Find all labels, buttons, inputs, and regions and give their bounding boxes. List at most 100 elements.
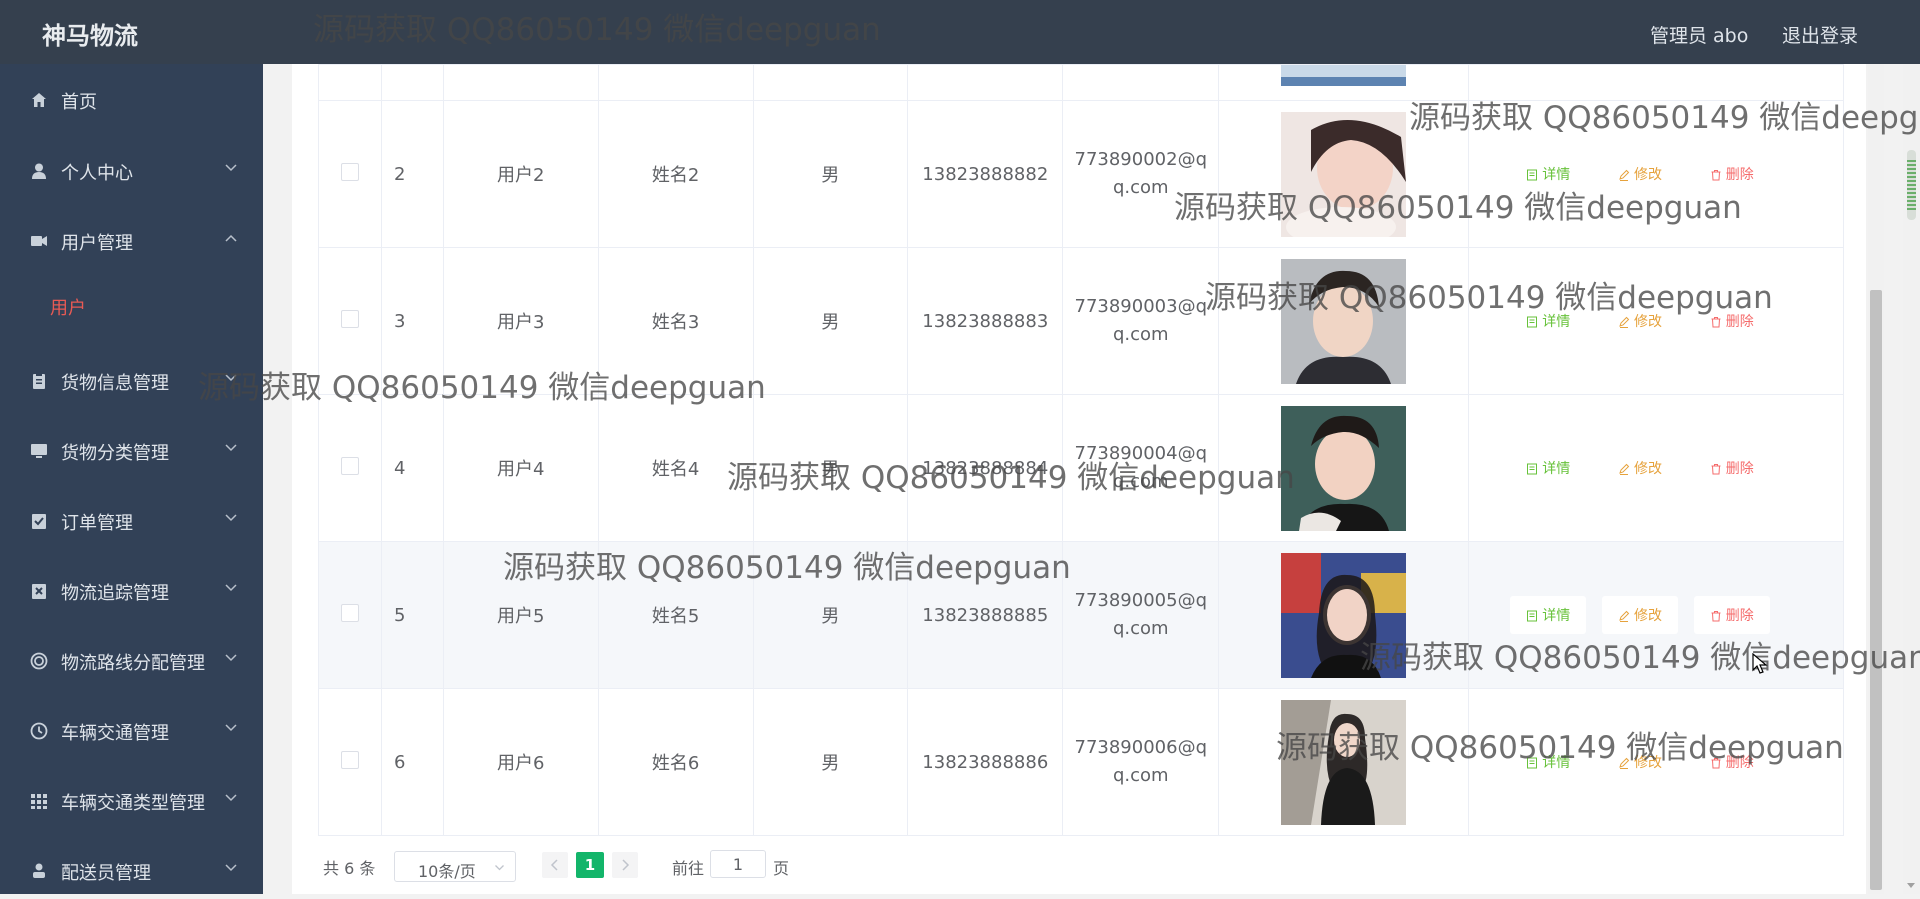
avatar-photo xyxy=(1281,65,1407,86)
chevron-down-icon xyxy=(225,164,237,172)
cell-email: 773890002@q q.com xyxy=(1062,100,1220,248)
sidebar-subitem-user[interactable]: 用户 xyxy=(50,294,86,320)
avatar-photo xyxy=(1281,258,1407,384)
next-page-button[interactable] xyxy=(612,852,638,878)
sidebar-item-label: 车辆交通管理 xyxy=(61,723,169,744)
document-icon xyxy=(1527,169,1538,181)
sidebar-item-route-allocation[interactable]: 物流路线分配管理 xyxy=(0,633,263,689)
chevron-down-icon xyxy=(225,654,237,662)
table-cell xyxy=(318,100,382,248)
edit-button[interactable]: 修改 xyxy=(1602,302,1678,340)
chevron-down-icon xyxy=(225,724,237,732)
row-index: 3 xyxy=(380,247,444,395)
sidebar-item-goods-info[interactable]: 货物信息管理 xyxy=(0,353,263,409)
cell-gender: 男 xyxy=(752,394,909,542)
cell-phone: 13823888883 xyxy=(907,247,1064,395)
page-size-select[interactable]: 10条/页 xyxy=(394,851,516,882)
delete-button[interactable]: 删除 xyxy=(1694,449,1770,487)
detail-button[interactable]: 详情 xyxy=(1510,449,1586,487)
trash-icon xyxy=(1711,170,1721,181)
sidebar-item-vehicle-type[interactable]: 车辆交通类型管理 xyxy=(0,773,263,829)
row-checkbox[interactable] xyxy=(340,456,359,475)
row-checkbox[interactable] xyxy=(340,309,359,328)
sidebar-item-personal-center[interactable]: 个人中心 xyxy=(0,143,263,199)
page-number-current[interactable]: 1 xyxy=(576,852,604,878)
document-icon xyxy=(1527,316,1538,328)
cell-gender: 男 xyxy=(752,247,909,395)
chevron-up-icon xyxy=(225,234,237,242)
edit-label: 修改 xyxy=(1634,314,1663,330)
detail-button[interactable]: 详情 xyxy=(1510,596,1587,634)
sidebar-item-goods-category[interactable]: 货物分类管理 xyxy=(0,423,263,479)
cell-email: 773890004@q q.com xyxy=(1062,394,1220,542)
logout-link[interactable]: 退出登录 xyxy=(1782,21,1858,48)
table-cell xyxy=(1218,100,1470,248)
goto-page-input[interactable] xyxy=(710,850,766,878)
clipboard-icon xyxy=(33,373,45,389)
edit-button[interactable]: 修改 xyxy=(1602,449,1678,487)
document-icon xyxy=(1527,757,1538,769)
email-line: q.com xyxy=(1112,765,1169,786)
sidebar-item-home[interactable]: 首页 xyxy=(0,72,263,128)
delete-button[interactable]: 删除 xyxy=(1694,743,1770,781)
person-icon xyxy=(33,863,45,878)
table-cell xyxy=(318,64,382,101)
table-cell xyxy=(318,688,382,836)
delete-button[interactable]: 删除 xyxy=(1694,302,1770,340)
user-icon xyxy=(32,163,46,179)
row-index: 2 xyxy=(380,100,444,248)
table-row: 3 用户3 姓名3 男 13823888883 773890003@q q.com… xyxy=(318,247,1844,395)
sidebar-item-courier[interactable]: 配送员管理 xyxy=(0,843,263,899)
row-checkbox[interactable] xyxy=(340,162,359,181)
table-row: 2 用户2 姓名2 男 13823888882 773890002@q q.com… xyxy=(318,100,1844,248)
prev-page-button[interactable] xyxy=(542,852,568,878)
sidebar-item-label: 用户管理 xyxy=(61,233,133,254)
monitor-icon xyxy=(31,444,47,458)
chevron-right-icon xyxy=(622,859,630,871)
table-cell xyxy=(318,247,382,395)
cell-account: 用户4 xyxy=(442,394,599,542)
sidebar-item-vehicle-traffic[interactable]: 车辆交通管理 xyxy=(0,703,263,759)
chevron-down-icon xyxy=(225,794,237,802)
row-index: 6 xyxy=(380,688,444,836)
row-actions: 详情 修改 删除 xyxy=(1468,247,1844,395)
chevron-down-icon xyxy=(225,584,237,592)
chevron-down-icon xyxy=(495,865,504,871)
detail-label: 详情 xyxy=(1542,755,1571,771)
email-line: q.com xyxy=(1112,324,1169,345)
cell-name: 姓名6 xyxy=(597,688,754,836)
email-line: q.com xyxy=(1112,618,1169,639)
edit-button[interactable]: 修改 xyxy=(1602,743,1678,781)
sidebar-item-logistics-tracking[interactable]: 物流追踪管理 xyxy=(0,563,263,619)
cell-name: 姓名5 xyxy=(597,541,754,689)
table-cell xyxy=(907,64,1064,101)
table-scrollbar-thumb[interactable] xyxy=(1870,290,1882,890)
detail-button[interactable]: 详情 xyxy=(1510,155,1586,193)
edit-icon xyxy=(1619,463,1630,475)
email-line: 773890005@q xyxy=(1074,590,1208,611)
scroll-down-arrow-icon[interactable] xyxy=(1906,882,1916,890)
detail-button[interactable]: 详情 xyxy=(1510,302,1586,340)
mouse-cursor-icon xyxy=(1752,653,1768,674)
delete-label: 删除 xyxy=(1725,461,1754,477)
cell-phone: 13823888884 xyxy=(907,394,1064,542)
row-actions: 详情 修改 删除 xyxy=(1468,394,1844,542)
detail-label: 详情 xyxy=(1542,461,1571,477)
table-cell xyxy=(1218,64,1470,101)
detail-button[interactable]: 详情 xyxy=(1510,743,1586,781)
row-checkbox[interactable] xyxy=(340,603,359,622)
detail-label: 详情 xyxy=(1542,314,1571,330)
sidebar-item-orders[interactable]: 订单管理 xyxy=(0,493,263,549)
row-checkbox[interactable] xyxy=(340,750,359,769)
chevron-down-icon xyxy=(225,514,237,522)
row-index: 5 xyxy=(380,541,444,689)
edit-button[interactable]: 修改 xyxy=(1602,596,1679,634)
delete-button[interactable]: 删除 xyxy=(1694,155,1770,193)
table-cell xyxy=(1062,64,1220,101)
edit-button[interactable]: 修改 xyxy=(1602,155,1678,193)
goto-suffix: 页 xyxy=(773,859,790,878)
cell-account: 用户6 xyxy=(442,688,599,836)
delete-button[interactable]: 删除 xyxy=(1693,596,1770,634)
sidebar-item-user-management[interactable]: 用户管理 xyxy=(0,213,263,269)
goto-label: 前往 xyxy=(672,859,705,878)
